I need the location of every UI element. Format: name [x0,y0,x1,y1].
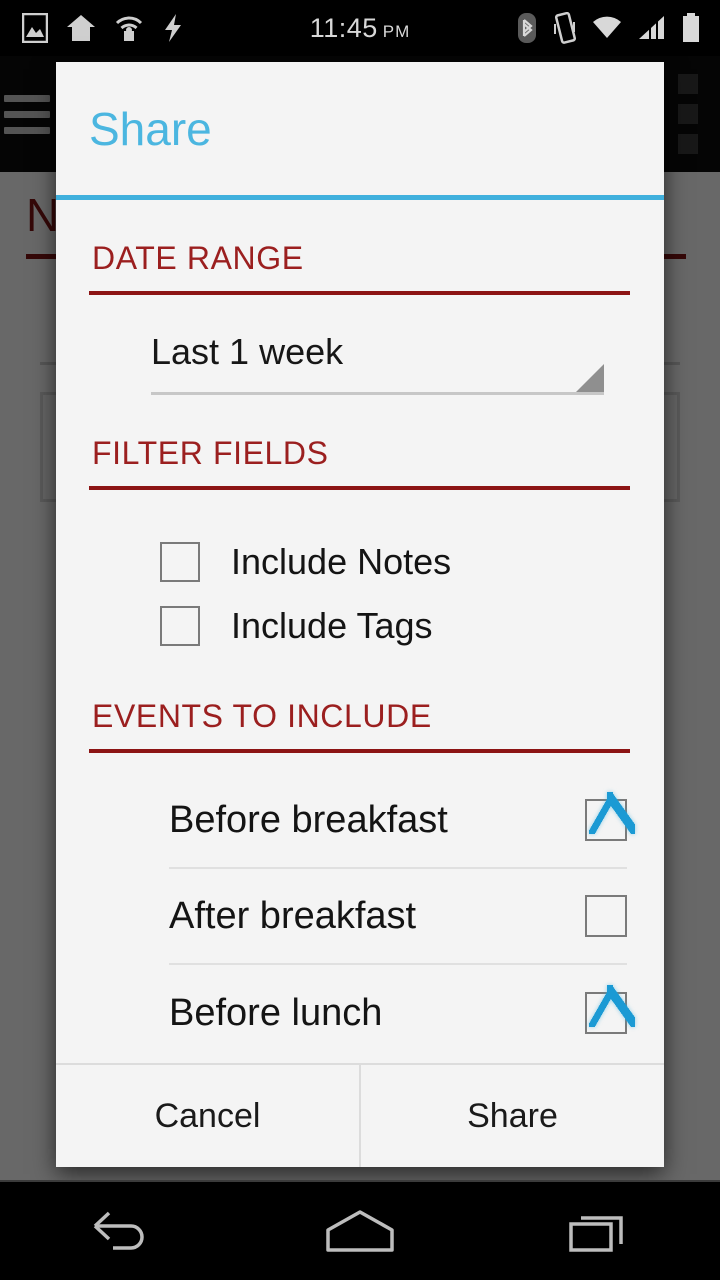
event-checkbox-before-breakfast[interactable] [585,799,627,841]
dialog-title: Share [89,102,212,155]
dialog-button-bar: Cancel Share [56,1063,664,1167]
status-bar: 11:45 PM [0,0,720,56]
section-rule-filter-fields [89,486,630,490]
event-checkbox-after-breakfast[interactable] [585,895,627,937]
date-range-spinner[interactable]: Last 1 week [151,331,604,395]
section-header-events-to-include: EVENTS TO INCLUDE [92,698,432,734]
battery-icon [683,13,699,42]
cancel-button[interactable]: Cancel [56,1065,359,1167]
date-range-spinner-underline [151,392,604,395]
checkbox-include-tags[interactable] [160,606,200,646]
bluetooth-icon [518,13,536,43]
android-screen: 11:45 PM Share DATE RANGE Last 1 week FI… [0,0,720,1280]
section-header-filter-fields: FILTER FIELDS [92,435,329,471]
filter-fields-list: Include Notes Include Tags [160,530,664,658]
event-row-before-breakfast[interactable]: Before breakfast [169,773,627,869]
checkbox-label-include-tags: Include Tags [231,605,433,646]
recent-apps-icon[interactable] [540,1196,660,1266]
event-label-before-lunch: Before lunch [169,991,383,1034]
navigation-bar [0,1180,720,1280]
wifi-icon [593,16,621,38]
section-rule-events-to-include [89,749,630,753]
event-label-before-breakfast: Before breakfast [169,798,448,841]
dialog-header: Share [56,62,664,195]
event-row-after-breakfast[interactable]: After breakfast [169,869,627,965]
checkbox-row-include-tags[interactable]: Include Tags [160,594,664,658]
section-header-date-range: DATE RANGE [92,240,304,276]
event-checkbox-before-lunch[interactable] [585,992,627,1034]
clock-time: 11:45 [309,12,378,43]
signal-icon [639,16,664,39]
vibrate-icon [554,12,576,44]
share-dialog: Share DATE RANGE Last 1 week FILTER FIEL… [56,62,664,1167]
date-range-spinner-value: Last 1 week [151,331,344,372]
checkbox-label-include-notes: Include Notes [231,541,452,582]
event-row-before-lunch[interactable]: Before lunch [169,965,627,1061]
dialog-body: DATE RANGE Last 1 week FILTER FIELDS Inc… [56,200,664,1063]
home-icon[interactable] [300,1196,420,1266]
checkbox-include-notes[interactable] [160,542,200,582]
event-label-after-breakfast: After breakfast [169,894,417,937]
events-list: Before breakfast After breakfast Before … [56,773,664,1061]
clock-ampm: PM [382,21,411,41]
section-rule-date-range [89,291,630,295]
checkbox-row-include-notes[interactable]: Include Notes [160,530,664,594]
share-button[interactable]: Share [361,1065,664,1167]
back-icon[interactable] [60,1196,180,1266]
dropdown-triangle-icon [576,364,604,392]
status-bar-right-icons [516,12,700,44]
